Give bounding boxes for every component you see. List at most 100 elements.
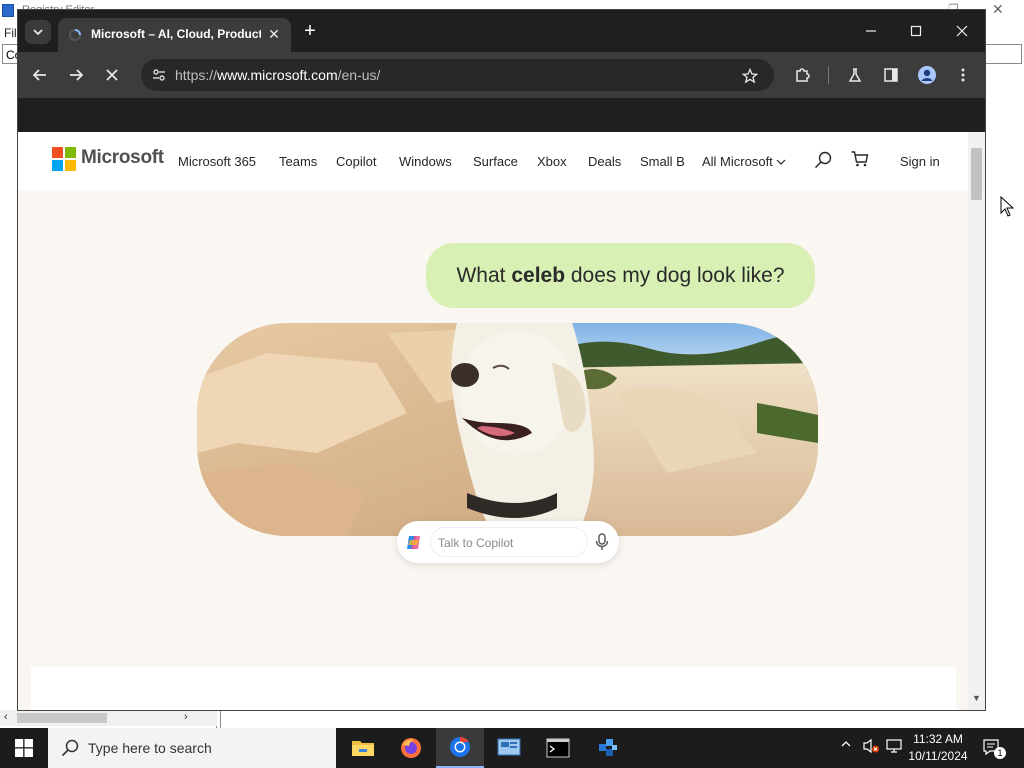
more-vertical-icon	[961, 68, 965, 82]
nav-link-microsoft-365[interactable]: Microsoft 365	[178, 154, 256, 169]
dog-hero-image	[197, 323, 818, 536]
file-explorer-icon	[352, 741, 374, 756]
puzzle-icon	[796, 68, 810, 82]
tray-overflow-icon[interactable]	[840, 738, 852, 753]
taskbar-terminal[interactable]	[534, 728, 582, 768]
new-tab-button[interactable]: +	[299, 20, 321, 42]
tab-close-icon[interactable]: ✕	[264, 24, 284, 44]
tab-strip: Microsoft – AI, Cloud, Productivity, Com…	[18, 10, 985, 52]
nav-link-surface[interactable]: Surface	[473, 154, 518, 169]
clock-time: 11:32 AM	[913, 732, 963, 746]
back-button[interactable]	[26, 61, 54, 89]
control-panel-icon	[497, 738, 521, 756]
copilot-prompt-text: What celeb does my dog look like?	[456, 264, 784, 288]
speaker-icon	[863, 738, 879, 754]
windows-logo-icon	[15, 739, 33, 757]
bookmark-star-button[interactable]	[739, 65, 761, 87]
chevron-down-icon	[776, 159, 786, 165]
all-microsoft-label: All Microsoft	[702, 154, 773, 169]
chrome-icon	[450, 736, 470, 757]
site-info-button[interactable]	[149, 65, 169, 85]
address-bar[interactable]: https://www.microsoft.com/en-us/	[141, 59, 774, 91]
forward-button[interactable]	[62, 61, 90, 89]
minimize-button[interactable]	[854, 18, 888, 44]
side-panel-button[interactable]	[877, 61, 905, 89]
windows-taskbar: Type here to search 11:32 AM 10/11/2024 …	[0, 728, 1024, 768]
taskbar-registry-editor[interactable]	[584, 728, 632, 768]
background-horizontal-scrollbar[interactable]: ‹ ›	[0, 710, 217, 726]
search-icon	[61, 739, 79, 757]
registry-app-icon	[2, 4, 14, 17]
notification-count-badge: 1	[994, 747, 1006, 759]
web-page: Microsoft Microsoft 365 Teams Copilot Wi…	[18, 132, 985, 710]
terminal-icon	[546, 738, 570, 758]
microsoft-logo-icon[interactable]	[52, 147, 76, 171]
scroll-down-icon[interactable]: ▼	[972, 693, 981, 703]
arrow-left-icon	[32, 69, 46, 81]
search-icon	[814, 151, 832, 169]
copilot-input[interactable]: Talk to Copilot	[430, 527, 588, 557]
prompt-text-part: does my dog look like?	[565, 263, 785, 287]
start-button[interactable]	[0, 728, 48, 768]
taskbar-chrome[interactable]	[436, 728, 484, 768]
page-vertical-scrollbar[interactable]: ▼	[968, 132, 985, 710]
tune-icon	[153, 69, 165, 81]
stop-icon	[106, 69, 118, 81]
nav-link-teams[interactable]: Teams	[279, 154, 317, 169]
toolbar-separator	[828, 66, 829, 84]
scroll-right-icon[interactable]: ›	[184, 711, 188, 723]
taskbar-control-panel[interactable]	[485, 728, 533, 768]
chrome-window: Microsoft – AI, Cloud, Productivity, Com…	[17, 9, 986, 711]
nav-link-copilot[interactable]: Copilot	[336, 154, 376, 169]
maximize-button[interactable]	[899, 18, 933, 44]
taskbar-file-explorer[interactable]	[339, 728, 387, 768]
nav-link-xbox[interactable]: Xbox	[537, 154, 567, 169]
cart-button[interactable]	[850, 149, 872, 171]
nav-link-windows[interactable]: Windows	[399, 154, 452, 169]
taskbar-firefox[interactable]	[387, 728, 435, 768]
close-window-button[interactable]	[945, 18, 979, 44]
stop-loading-button[interactable]	[98, 61, 126, 89]
prompt-text-bold: celeb	[511, 263, 566, 287]
scroll-thumb[interactable]	[971, 148, 982, 200]
all-microsoft-menu[interactable]: All Microsoft	[702, 154, 786, 169]
url-scheme: https://	[175, 67, 218, 83]
copilot-logo-icon	[407, 536, 420, 549]
copilot-chat-box: Talk to Copilot	[397, 521, 619, 563]
chrome-menu-button[interactable]	[949, 61, 977, 89]
close-icon	[956, 25, 968, 37]
profile-button[interactable]	[913, 61, 941, 89]
nav-link-small-business[interactable]: Small B	[640, 154, 685, 169]
extensions-button[interactable]	[788, 61, 816, 89]
tab-microsoft[interactable]: Microsoft – AI, Cloud, Productivity, Com…	[58, 18, 291, 52]
site-search-button[interactable]	[813, 150, 835, 172]
microphone-icon[interactable]	[594, 533, 610, 551]
avatar-icon	[918, 66, 936, 84]
microsoft-header: Microsoft Microsoft 365 Teams Copilot Wi…	[18, 132, 968, 190]
microsoft-wordmark[interactable]: Microsoft	[81, 147, 164, 169]
mouse-cursor-icon	[1000, 196, 1014, 217]
logo-square-red	[52, 147, 63, 158]
scroll-left-icon[interactable]: ‹	[4, 711, 8, 723]
tab-search-button[interactable]	[25, 20, 51, 44]
labs-button[interactable]	[841, 61, 869, 89]
network-icon[interactable]	[886, 738, 902, 757]
taskbar-search-placeholder: Type here to search	[88, 740, 212, 756]
logo-square-yellow	[65, 160, 76, 171]
loading-spinner-icon	[69, 29, 81, 41]
copilot-input-placeholder: Talk to Copilot	[438, 536, 514, 550]
volume-muted-icon[interactable]	[862, 738, 880, 757]
nav-link-deals[interactable]: Deals	[588, 154, 621, 169]
scroll-thumb[interactable]	[17, 713, 107, 723]
taskbar-search-box[interactable]: Type here to search	[48, 728, 336, 768]
flask-icon	[848, 68, 862, 82]
notification-center-button[interactable]: 1	[982, 738, 1006, 759]
close-icon[interactable]: ✕	[992, 1, 1004, 18]
sign-in-link[interactable]: Sign in	[900, 154, 940, 169]
content-card	[31, 667, 956, 710]
url-path: /en-us/	[337, 67, 381, 83]
tab-title: Microsoft – AI, Cloud, Productivity, Com…	[91, 27, 261, 41]
taskbar-clock[interactable]: 11:32 AM 10/11/2024	[906, 731, 970, 765]
minimize-icon	[866, 30, 876, 32]
logo-square-green	[65, 147, 76, 158]
